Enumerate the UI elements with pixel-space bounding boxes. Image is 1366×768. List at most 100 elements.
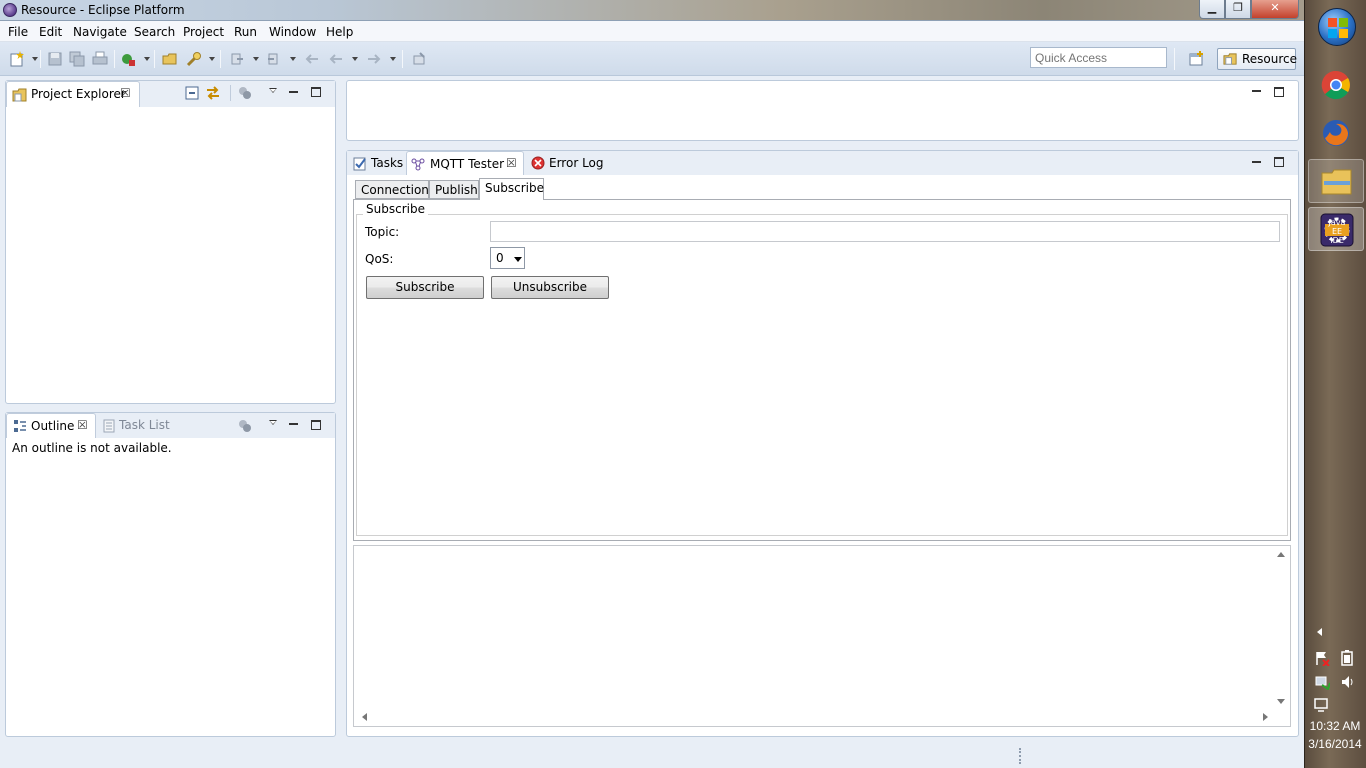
toolbar-separator [220,50,221,68]
search-tool-icon[interactable] [186,51,202,67]
close-outline-icon[interactable]: ☒ [77,418,88,432]
scroll-up-icon[interactable] [1277,552,1285,557]
vertical-scrollbar[interactable] [1273,546,1290,710]
next-annotation-icon[interactable] [229,51,245,67]
subtab-connection[interactable]: Connection [355,180,429,199]
scroll-left-icon[interactable] [362,713,367,721]
menu-run[interactable]: Run [234,25,257,39]
tab-mqtt-tester[interactable]: MQTT Tester ☒ [406,151,524,175]
search-dropdown-icon[interactable] [209,57,215,61]
scroll-down-icon[interactable] [1277,699,1285,704]
clock-time[interactable]: 10:32 AM [1304,719,1366,733]
maximize-editor-icon[interactable] [1274,87,1284,97]
resource-perspective-label: Resource [1242,52,1298,66]
minimize-view-icon[interactable] [1252,161,1261,163]
menu-help[interactable]: Help [326,25,353,39]
maximize-window-button[interactable]: ❐ [1225,0,1251,19]
taskbar-firefox[interactable] [1308,111,1364,155]
collapse-all-icon[interactable] [185,86,199,100]
external-tools-icon[interactable] [120,51,136,67]
eclipse-window: Resource - Eclipse Platform ▁ ❐ ✕ File E… [0,0,1304,768]
unsubscribe-button[interactable]: Unsubscribe [491,276,609,299]
taskbar-eclipse[interactable]: Java EE IDE [1308,207,1364,251]
menu-window[interactable]: Window [269,25,316,39]
pin-editor-icon[interactable] [411,51,427,67]
horizontal-scrollbar[interactable] [354,709,1274,726]
save-icon[interactable] [47,51,63,67]
menu-file[interactable]: File [8,25,28,39]
message-log[interactable] [353,545,1291,727]
minimize-editor-icon[interactable] [1252,90,1261,92]
maximize-view-icon[interactable] [1274,157,1284,167]
open-type-icon[interactable] [162,51,178,67]
qos-select[interactable]: 0 [490,247,525,269]
forward-dropdown-icon[interactable] [390,57,396,61]
open-perspective-icon[interactable] [1188,50,1206,68]
tab-task-list[interactable]: Task List [119,418,170,432]
minimize-window-button[interactable]: ▁ [1199,0,1225,19]
print-icon[interactable] [92,51,108,67]
subtab-publish[interactable]: Publish [429,180,479,199]
link-with-editor-icon[interactable] [205,85,221,101]
maximize-view-icon[interactable] [311,87,321,97]
firefox-icon [1323,120,1349,146]
toolbar-separator [1174,48,1175,70]
close-project-explorer-icon[interactable]: ☒ [120,86,131,100]
external-tools-dropdown-icon[interactable] [144,57,150,61]
network-icon[interactable] [1314,674,1330,690]
menu-search[interactable]: Search [134,25,175,39]
title-bar: Resource - Eclipse Platform ▁ ❐ ✕ [0,0,1304,21]
tab-outline[interactable]: Outline ☒ [6,413,96,438]
previous-annotation-icon[interactable] [266,51,282,67]
previous-annotation-dropdown-icon[interactable] [290,57,296,61]
back-dropdown-icon[interactable] [352,57,358,61]
menu-edit[interactable]: Edit [39,25,62,39]
tab-error-log[interactable]: Error Log [549,156,604,170]
back-icon[interactable] [328,51,344,67]
display-icon[interactable] [1314,697,1330,713]
tab-project-explorer[interactable]: Project Explorer ☒ [6,81,140,107]
toolbar-separator [114,50,115,68]
menu-navigate[interactable]: Navigate [73,25,127,39]
tab-tasks[interactable]: Tasks [371,156,403,170]
save-all-icon[interactable] [69,51,85,67]
battery-icon[interactable] [1340,650,1354,666]
minimize-view-icon[interactable] [289,91,298,93]
view-menu-icon[interactable] [269,88,277,93]
taskbar-file-explorer[interactable] [1308,159,1364,203]
maximize-view-icon[interactable] [311,420,321,430]
taskbar-chrome[interactable] [1308,63,1364,107]
quick-access-input[interactable] [1030,47,1167,68]
outline-view: Outline ☒ Task List An outline is not av… [5,412,336,737]
new-dropdown-icon[interactable] [32,57,38,61]
close-window-button[interactable]: ✕ [1251,0,1299,19]
task-list-icon [103,419,115,433]
tasks-icon [353,157,366,171]
subscribe-button[interactable]: Subscribe [366,276,484,299]
forward-icon[interactable] [366,51,382,67]
resource-perspective-icon [1223,53,1237,65]
action-center-flag-icon[interactable] [1314,650,1330,666]
start-button[interactable] [1318,8,1356,46]
resource-perspective-button[interactable]: Resource [1217,48,1298,70]
close-mqtt-tester-icon[interactable]: ☒ [506,156,517,170]
show-hidden-icons-icon[interactable] [1317,628,1322,636]
windows-taskbar: Java EE IDE [1304,0,1366,768]
subscribe-group-title: Subscribe [363,202,428,216]
topic-input[interactable] [490,221,1280,242]
toolbar-separator [402,50,403,68]
focus-on-active-task-icon[interactable] [238,86,252,100]
focus-on-active-task-icon[interactable] [238,419,252,433]
last-edit-location-icon[interactable] [304,51,320,67]
next-annotation-dropdown-icon[interactable] [253,57,259,61]
subtab-subscribe[interactable]: Subscribe [479,178,544,200]
menu-project[interactable]: Project [183,25,224,39]
view-menu-icon[interactable] [269,420,277,425]
clock-date[interactable]: 3/16/2014 [1304,737,1366,751]
java-ee-ide-label: Java EE IDE [1328,218,1346,245]
window-title: Resource - Eclipse Platform [21,3,185,17]
minimize-view-icon[interactable] [289,423,298,425]
volume-icon[interactable] [1340,674,1356,690]
scroll-right-icon[interactable] [1263,713,1268,721]
new-icon[interactable] [9,51,25,67]
